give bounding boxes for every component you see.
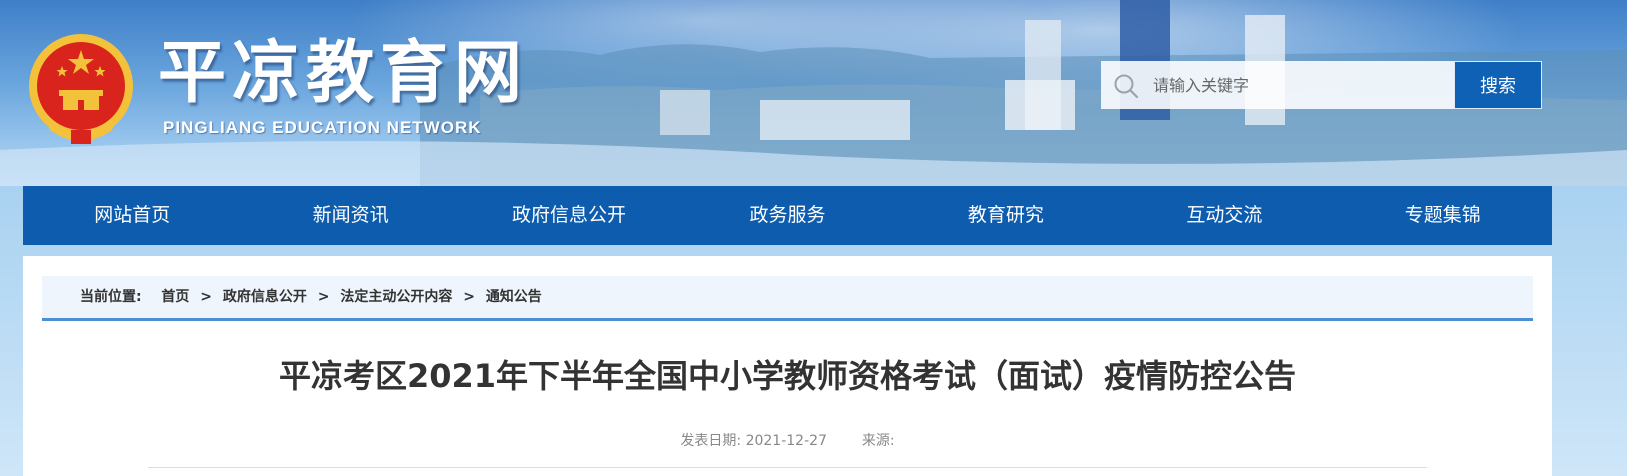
main-nav: 网站首页 新闻资讯 政府信息公开 政务服务 教育研究 互动交流 专题集锦 (23, 186, 1552, 245)
breadcrumb-item-gov-info[interactable]: 政府信息公开 (223, 276, 307, 318)
article-meta: 发表日期: 2021-12-27 来源: (23, 430, 1552, 450)
nav-item-gov-services[interactable]: 政务服务 (678, 186, 896, 245)
divider (148, 467, 1427, 468)
publish-date: 2021-12-27 (745, 433, 827, 449)
national-emblem-icon (29, 34, 133, 144)
breadcrumb-separator: > (463, 289, 475, 305)
breadcrumb-item-home[interactable]: 首页 (161, 276, 189, 318)
date-label: 发表日期: (680, 433, 742, 449)
search-icon[interactable] (1113, 73, 1139, 99)
nav-item-gov-info[interactable]: 政府信息公开 (460, 186, 678, 245)
search-button[interactable]: 搜索 (1454, 61, 1542, 109)
site-subtitle: PINGLIANG EDUCATION NETWORK (163, 118, 482, 137)
nav-item-topics[interactable]: 专题集锦 (1334, 186, 1552, 245)
content-panel: 当前位置: 首页 > 政府信息公开 > 法定主动公开内容 > 通知公告 平凉考区… (23, 256, 1552, 476)
header-banner: 平凉教育网 PINGLIANG EDUCATION NETWORK 搜索 (0, 0, 1627, 186)
nav-item-interaction[interactable]: 互动交流 (1115, 186, 1333, 245)
search-input[interactable] (1153, 61, 1443, 109)
nav-item-edu-research[interactable]: 教育研究 (897, 186, 1115, 245)
search-box (1101, 61, 1454, 109)
breadcrumb-separator: > (200, 289, 212, 305)
article-title: 平凉考区2021年下半年全国中小学教师资格考试（面试）疫情防控公告 (278, 357, 1297, 395)
nav-item-home[interactable]: 网站首页 (23, 186, 241, 245)
breadcrumb-item-notices[interactable]: 通知公告 (486, 276, 542, 318)
breadcrumb-item-statutory[interactable]: 法定主动公开内容 (340, 276, 452, 318)
site-title: 平凉教育网 (158, 34, 529, 113)
breadcrumb-prefix: 当前位置: (80, 289, 142, 305)
source-label: 来源: (861, 433, 895, 449)
breadcrumb: 当前位置: 首页 > 政府信息公开 > 法定主动公开内容 > 通知公告 (42, 276, 1533, 321)
breadcrumb-separator: > (317, 289, 330, 305)
nav-item-news[interactable]: 新闻资讯 (241, 186, 459, 245)
